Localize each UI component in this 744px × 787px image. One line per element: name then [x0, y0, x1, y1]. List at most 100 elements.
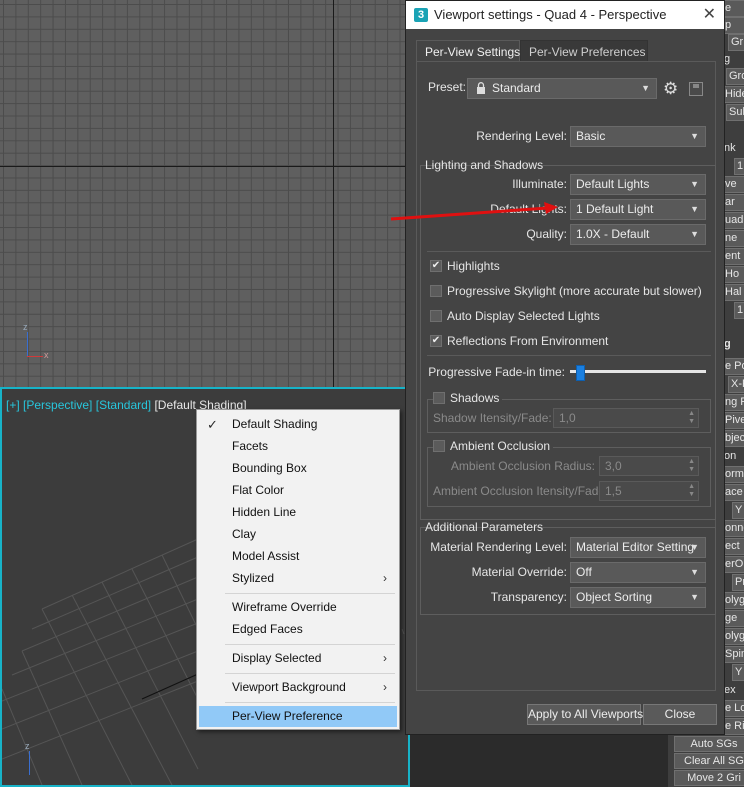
menu-item-edged-faces[interactable]: Edged Faces [199, 619, 397, 640]
quality-dropdown[interactable]: 1.0X - Default ▼ [570, 224, 706, 245]
command-button[interactable]: Spin [722, 646, 744, 663]
auto-display-lights-checkbox[interactable]: Auto Display Selected Lights [430, 309, 600, 325]
command-button[interactable]: Sub [726, 104, 744, 121]
menu-item-default-shading[interactable]: ✓ Default Shading [199, 414, 397, 435]
menu-item-label: Clay [232, 527, 257, 541]
fade-in-label: Progressive Fade-in time: [428, 365, 565, 379]
shadows-checkbox[interactable]: Shadows [433, 391, 503, 407]
chevron-down-icon: ▼ [690, 567, 699, 577]
command-button[interactable]: orma [722, 466, 744, 483]
preset-dropdown[interactable]: Standard ▼ [467, 78, 657, 99]
viewport-view-menu[interactable]: [Perspective] [23, 398, 92, 412]
menu-item-per-view-preference[interactable]: Per-View Preference [199, 706, 397, 727]
fade-in-slider[interactable] [570, 365, 706, 381]
menu-item-bounding-box[interactable]: Bounding Box [199, 458, 397, 479]
command-button[interactable]: ne [722, 230, 744, 247]
command-button[interactable]: Y [732, 502, 744, 519]
ao-radius-spinner[interactable]: 3,0 ▲ ▼ [599, 456, 699, 476]
menu-item-display-selected[interactable]: Display Selected › [199, 648, 397, 669]
material-rendering-dropdown[interactable]: Material Editor Setting ▼ [570, 537, 706, 558]
transparency-label: Transparency: [490, 590, 567, 604]
chevron-down-icon: ▼ [690, 592, 699, 602]
menu-item-viewport-background[interactable]: Viewport Background › [199, 677, 397, 698]
menu-item-model-assist[interactable]: Model Assist [199, 546, 397, 567]
transparency-value: Object Sorting [576, 590, 653, 604]
command-button[interactable]: onne [722, 520, 744, 537]
spinner-arrows-icon[interactable]: ▲ ▼ [688, 458, 695, 474]
command-button[interactable]: Pr [732, 574, 744, 591]
command-button[interactable]: ent [722, 248, 744, 265]
command-button[interactable]: e Loo [722, 700, 744, 717]
ambient-occlusion-checkbox[interactable]: Ambient Occlusion [433, 439, 554, 455]
illuminate-dropdown[interactable]: Default Lights ▼ [570, 174, 706, 195]
command-button[interactable]: olyg [722, 628, 744, 645]
menu-item-stylized[interactable]: Stylized › [199, 568, 397, 589]
top-viewport[interactable]: z x [0, 0, 410, 387]
menu-separator [225, 702, 395, 703]
apply-to-all-viewports-button[interactable]: Apply to All Viewports [527, 704, 643, 725]
command-button[interactable]: Hal [722, 284, 744, 301]
command-button[interactable]: Gr [728, 34, 744, 51]
command-button[interactable]: Ho [722, 266, 744, 283]
save-preset-icon[interactable] [689, 82, 703, 96]
command-button[interactable]: 1 [734, 158, 744, 175]
spinner-arrows-icon[interactable]: ▲ ▼ [688, 483, 695, 499]
dialog-title-bar[interactable]: 3 Viewport settings - Quad 4 - Perspecti… [406, 1, 724, 29]
slider-thumb[interactable] [576, 365, 585, 381]
default-lights-dropdown[interactable]: 1 Default Light ▼ [570, 199, 706, 220]
shadow-intensity-spinner[interactable]: 1,0 ▲ ▼ [553, 408, 699, 428]
material-override-dropdown[interactable]: Off ▼ [570, 562, 706, 583]
illuminate-value: Default Lights [576, 177, 650, 191]
transparency-dropdown[interactable]: Object Sorting ▼ [570, 587, 706, 608]
spinner-arrows-icon[interactable]: ▲ ▼ [688, 410, 695, 426]
menu-item-hidden-line[interactable]: Hidden Line [199, 502, 397, 523]
divider [427, 355, 711, 356]
command-button[interactable]: 1 [734, 302, 744, 319]
rendering-level-dropdown[interactable]: Basic ▼ [570, 126, 706, 147]
command-button[interactable]: ar [722, 194, 744, 211]
command-button[interactable]: ace [722, 484, 744, 501]
progressive-skylight-checkbox[interactable]: Progressive Skylight (more accurate but … [430, 284, 702, 300]
command-button[interactable]: Hide [722, 86, 744, 103]
command-button[interactable]: ng Piv [722, 394, 744, 411]
ao-intensity-label: Ambient Occlusion Itensity/Fade: [433, 484, 609, 498]
command-button[interactable]: e [722, 0, 744, 17]
dialog-title: Viewport settings - Quad 4 - Perspective [434, 7, 667, 22]
command-button[interactable]: uad [722, 212, 744, 229]
menu-item-flat-color[interactable]: Flat Color [199, 480, 397, 501]
gear-icon[interactable]: ⚙ [663, 80, 678, 97]
clear-all-sg-button[interactable]: Clear All SG [674, 753, 744, 769]
command-button[interactable]: p [722, 17, 744, 34]
viewport-preset-menu[interactable]: [Standard] [96, 398, 151, 412]
command-button[interactable]: erO [722, 556, 744, 573]
menu-item-wireframe-override[interactable]: Wireframe Override [199, 597, 397, 618]
command-button[interactable]: ge [722, 610, 744, 627]
close-icon[interactable]: ✕ [703, 1, 716, 29]
menu-item-facets[interactable]: Facets [199, 436, 397, 457]
command-button[interactable]: e Rin [722, 718, 744, 735]
command-button[interactable]: bjec [722, 430, 744, 447]
command-button[interactable]: olyg [722, 592, 744, 609]
command-button[interactable]: Y [732, 664, 744, 681]
command-button[interactable]: ect [722, 538, 744, 555]
command-button[interactable]: Gro [726, 68, 744, 85]
gizmo-z-axis [27, 332, 28, 356]
move-2-grid-button[interactable]: Move 2 Gri [674, 770, 744, 786]
viewport-plus-menu[interactable]: [+] [6, 398, 20, 412]
reflections-environment-checkbox[interactable]: ✔ Reflections From Environment [430, 334, 608, 350]
spinner-value: 3,0 [605, 459, 622, 473]
command-button[interactable]: e Po [722, 358, 744, 375]
menu-item-label: Model Assist [232, 549, 300, 563]
close-button[interactable]: Close [643, 704, 717, 725]
command-button[interactable]: X-F [728, 376, 744, 393]
menu-item-label: Viewport Background [232, 680, 346, 694]
command-button[interactable]: Pive [722, 412, 744, 429]
command-button[interactable]: ve [722, 176, 744, 193]
auto-sgs-button[interactable]: Auto SGs [674, 736, 744, 752]
command-label: nk [724, 142, 736, 154]
tab-per-view-settings[interactable]: Per-View Settings [416, 40, 520, 62]
tab-per-view-preferences[interactable]: Per-View Preferences [520, 40, 648, 62]
highlights-checkbox[interactable]: ✔ Highlights [430, 259, 500, 275]
ao-intensity-spinner[interactable]: 1,5 ▲ ▼ [599, 481, 699, 501]
menu-item-clay[interactable]: Clay [199, 524, 397, 545]
